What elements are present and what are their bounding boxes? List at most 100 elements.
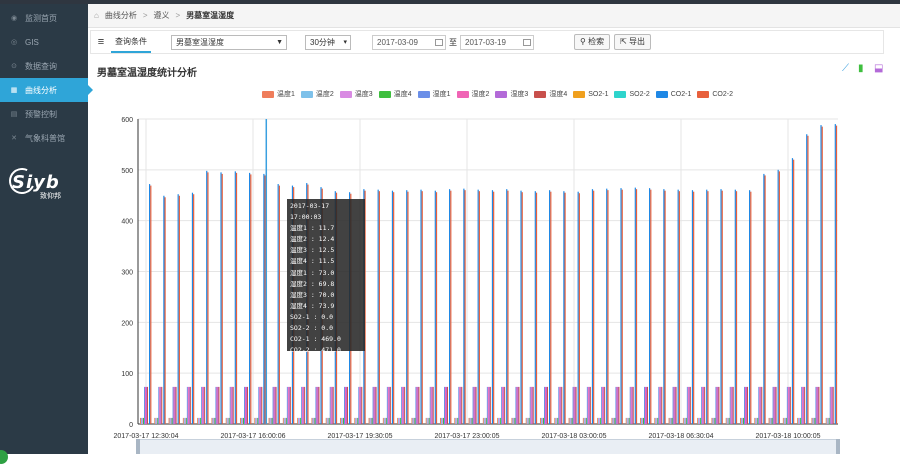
bar-humidity: [560, 386, 562, 424]
bar-temperature: [140, 417, 141, 424]
bar-humidity: [201, 386, 203, 424]
bar-temperature: [583, 417, 585, 424]
sidebar-item-weather[interactable]: ✕ 气象科普馆: [0, 126, 88, 150]
bar-humidity: [486, 386, 488, 424]
bar-humidity: [587, 386, 589, 424]
bar-temperature: [555, 417, 557, 424]
bar-humidity: [559, 386, 561, 424]
calendar-icon[interactable]: [435, 38, 443, 46]
query-conditions-tab[interactable]: 查询条件: [111, 31, 151, 53]
datazoom-handle-left[interactable]: [136, 439, 140, 454]
bar-temperature: [342, 417, 343, 424]
date-from-input[interactable]: 2017-03-09: [372, 34, 446, 50]
datazoom-handle-right[interactable]: [836, 439, 840, 454]
bar-co2-2: [235, 172, 238, 424]
bar-co2-2: [650, 189, 652, 424]
bar-co2-2: [678, 191, 680, 424]
legend-item[interactable]: 温度1: [262, 89, 295, 99]
date-to-input[interactable]: 2017-03-19: [460, 34, 534, 50]
breadcrumb-item-analysis[interactable]: 曲线分析: [105, 10, 137, 21]
bar-humidity: [245, 386, 246, 424]
bar-temperature: [197, 417, 199, 424]
status-dot: [0, 450, 8, 464]
bar-temperature: [514, 417, 516, 424]
legend-item[interactable]: 湿度4: [534, 89, 567, 99]
bar-temperature: [440, 417, 441, 424]
calendar-icon[interactable]: [523, 38, 531, 46]
bar-co2-2: [450, 190, 452, 424]
bar-humidity: [418, 386, 420, 424]
bar-humidity: [561, 386, 563, 424]
bar-co2-2: [278, 185, 280, 424]
save-icon[interactable]: ⬓: [874, 64, 884, 74]
bar-temperature: [556, 417, 558, 424]
legend-item[interactable]: 湿度2: [456, 89, 489, 99]
legend-item[interactable]: 湿度1: [417, 89, 451, 99]
bar-humidity: [501, 386, 503, 424]
bar-co2-1: [791, 158, 794, 424]
bar-co2-1: [149, 184, 151, 424]
bar-humidity: [747, 386, 748, 424]
bar-humidity: [147, 386, 148, 424]
bar-humidity: [359, 386, 361, 424]
bar-temperature: [328, 417, 330, 424]
sidebar-item-search[interactable]: ⊙ 数据查询: [0, 54, 88, 78]
home-icon[interactable]: ⌂: [94, 11, 99, 20]
bar-temperature: [299, 417, 301, 424]
bar-co2-1: [477, 189, 479, 424]
chevron-down-icon: ▾: [343, 38, 347, 46]
bar-co2-1: [620, 188, 622, 424]
bar-temperature: [541, 417, 542, 424]
bar-humidity: [673, 386, 675, 424]
bar-humidity: [416, 386, 418, 424]
legend-item[interactable]: 温度2: [300, 89, 334, 99]
bar-temperature: [526, 417, 528, 424]
bar-temperature: [770, 417, 772, 424]
legend-label: CO2-2: [712, 90, 733, 98]
search-icon: ⊙: [11, 63, 17, 70]
legend-item[interactable]: 湿度3: [495, 89, 528, 99]
legend-item[interactable]: SO2-1: [573, 89, 608, 99]
datazoom-slider[interactable]: [138, 439, 838, 454]
sidebar-item-home[interactable]: ◉ 监测首页: [0, 6, 88, 30]
legend-item[interactable]: CO2-2: [697, 89, 733, 99]
breadcrumb-item-zunyi[interactable]: 遵义: [154, 10, 170, 21]
breadcrumb-separator: >: [142, 11, 148, 20]
bar-co2-1: [263, 173, 265, 424]
bar-humidity: [347, 386, 348, 424]
bar-temperature: [456, 417, 458, 424]
monitor-point-select[interactable]: 男墓室温湿度 ▼: [171, 34, 287, 50]
bar-temperature: [826, 417, 828, 424]
bar-humidity: [288, 386, 290, 424]
bar-humidity: [231, 386, 233, 424]
bar-humidity: [188, 386, 190, 424]
legend-swatch: [456, 90, 469, 98]
bar-humidity: [444, 386, 445, 424]
bar-chart-icon[interactable]: ▮: [858, 64, 868, 74]
menu-icon[interactable]: ≡: [91, 36, 111, 48]
bar-humidity: [274, 386, 276, 424]
bar-co2-2: [535, 192, 538, 424]
legend-item[interactable]: CO2-1: [655, 89, 691, 99]
bar-temperature: [255, 417, 257, 424]
bar-humidity: [330, 386, 332, 424]
bar-temperature: [382, 417, 384, 424]
bar-temperature: [482, 417, 484, 424]
export-button[interactable]: ⇱ 导出: [614, 34, 652, 50]
bar-temperature: [369, 417, 371, 424]
legend-swatch: [534, 90, 547, 98]
legend-item[interactable]: 温度4: [378, 89, 412, 99]
bar-humidity: [260, 386, 262, 424]
sidebar-item-label: 气象科普馆: [25, 133, 65, 143]
sidebar-item-chart[interactable]: ▦ 曲线分析: [0, 78, 93, 102]
sidebar-item-map[interactable]: ◎ GIS: [0, 30, 88, 54]
breadcrumb-current: 男墓室温湿度: [186, 11, 235, 20]
search-button[interactable]: ⚲ 检索: [574, 34, 611, 50]
interval-select[interactable]: 30分钟 ▾: [305, 34, 351, 50]
sidebar-item-alarm[interactable]: ▤ 预警控制: [0, 102, 88, 126]
bar-temperature: [754, 417, 756, 424]
legend-item[interactable]: SO2-2: [614, 89, 650, 99]
legend-item[interactable]: 温度3: [339, 89, 373, 99]
bar-temperature: [614, 417, 616, 424]
line-chart-icon[interactable]: ⟋: [842, 64, 852, 74]
